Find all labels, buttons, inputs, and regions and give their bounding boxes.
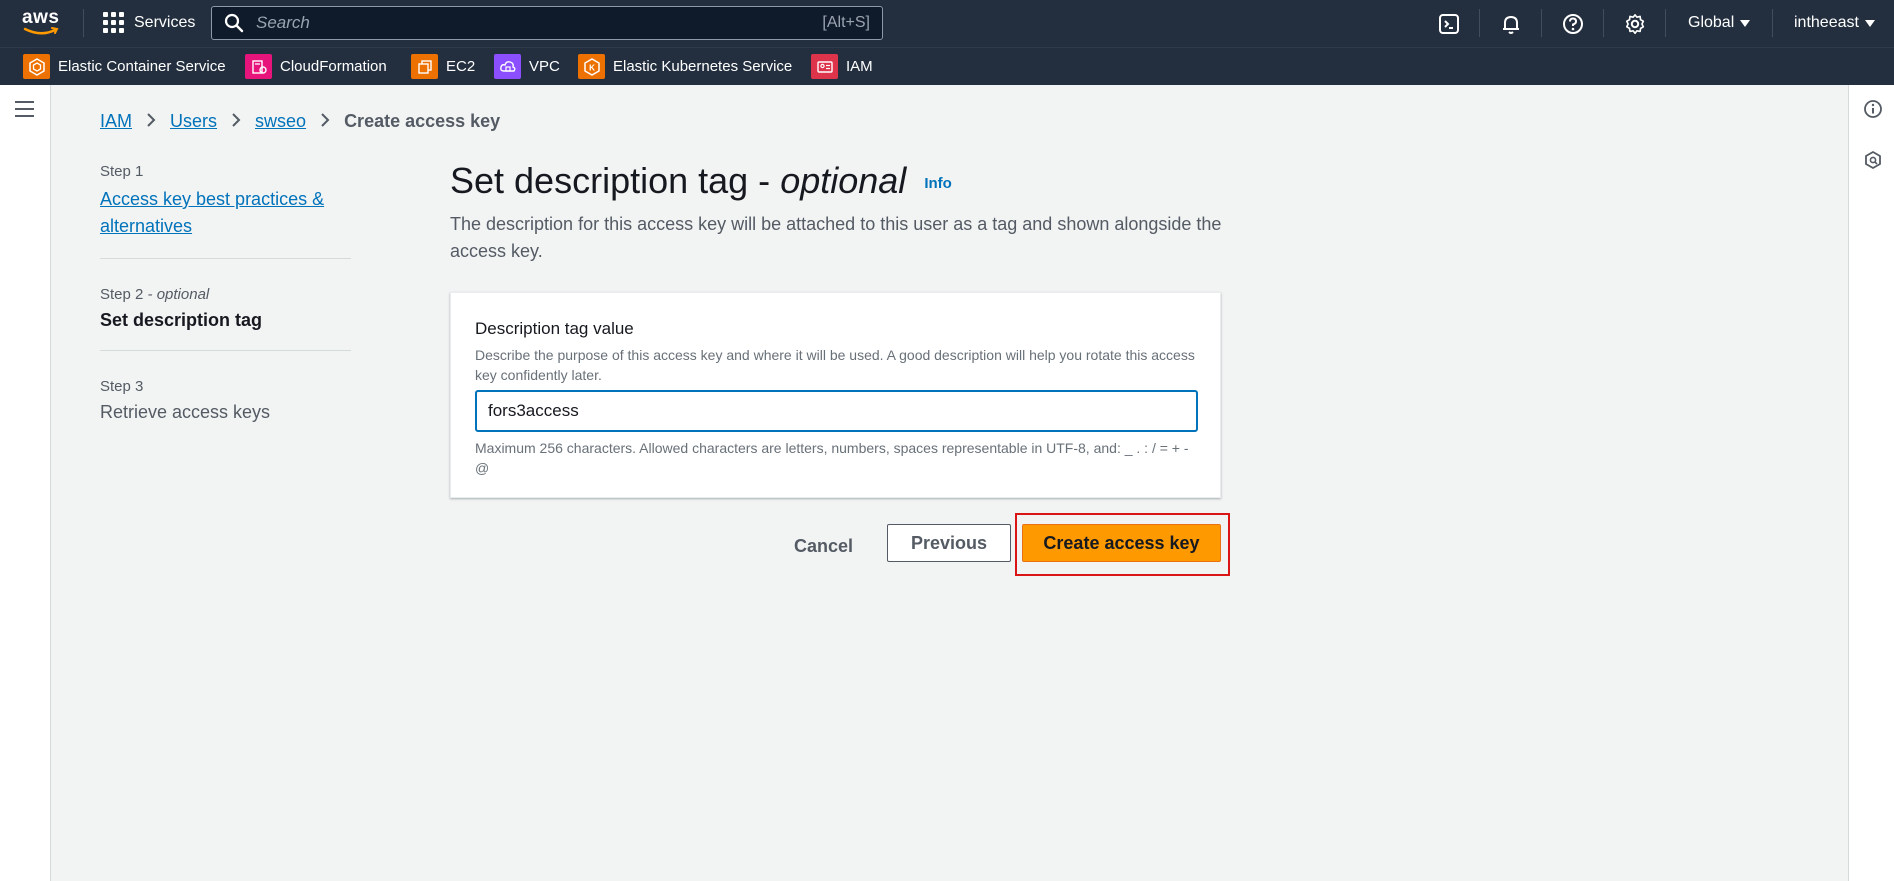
create-access-key-button[interactable]: Create access key — [1022, 524, 1221, 562]
top-navigation-bar: aws Services [Alt+S] — [0, 0, 1894, 47]
caret-down-icon — [1864, 19, 1875, 27]
nav-divider — [1479, 9, 1480, 37]
cloudshell-icon[interactable] — [1437, 12, 1461, 36]
favorite-cloudformation[interactable]: CloudFormation — [245, 54, 387, 79]
nav-divider — [1665, 9, 1666, 37]
breadcrumb-link-user[interactable]: swseo — [255, 111, 306, 132]
step-3-title: Retrieve access keys — [100, 402, 271, 422]
search-input[interactable] — [254, 12, 823, 34]
nav-divider — [83, 9, 84, 37]
page-title: Set description tag - optional Info — [450, 160, 952, 202]
step-divider — [100, 350, 351, 351]
chevron-right-icon — [320, 111, 330, 132]
breadcrumb: IAM Users swseo Create access key — [100, 111, 500, 132]
caret-down-icon — [1740, 19, 1751, 27]
step-1-link[interactable]: Access key best practices & alternatives — [100, 186, 351, 240]
nav-divider — [1541, 9, 1542, 37]
favorite-vpc[interactable]: VPC — [494, 54, 560, 79]
favorite-label: CloudFormation — [280, 58, 387, 75]
services-grid-icon — [103, 12, 124, 33]
favorite-label: IAM — [846, 58, 873, 75]
iam-service-icon — [811, 54, 838, 79]
page-description: The description for this access key will… — [450, 214, 1222, 261]
eks-service-icon: K — [578, 54, 605, 79]
search-box[interactable]: [Alt+S] — [211, 6, 883, 40]
settings-gear-icon[interactable] — [1623, 12, 1647, 36]
field-description: Describe the purpose of this access key … — [475, 347, 1195, 383]
breadcrumb-current: Create access key — [344, 111, 501, 131]
description-tag-panel: Description tag value Describe the purpo… — [450, 292, 1221, 498]
ecs-service-icon — [23, 54, 50, 79]
step-divider — [100, 258, 351, 259]
chevron-right-icon — [231, 111, 241, 132]
menu-hamburger-icon[interactable] — [15, 101, 34, 122]
chevron-right-icon — [146, 111, 156, 132]
nav-divider — [1772, 9, 1773, 37]
favorite-label: VPC — [529, 58, 560, 75]
info-panel-icon[interactable] — [1863, 99, 1883, 119]
wizard-steps: Step 1 Access key best practices & alter… — [100, 163, 351, 423]
aws-smile-icon — [23, 27, 59, 35]
svg-text:K: K — [589, 63, 595, 72]
step-1-label: Step 1 — [100, 163, 144, 180]
left-navigation-rail — [0, 85, 51, 881]
step-2-number: Step 2 — [100, 286, 144, 303]
field-label: Description tag value — [475, 319, 634, 338]
favorite-label: EC2 — [446, 58, 476, 75]
region-label: Global — [1688, 14, 1735, 31]
step-2-label: Step 2 - optional — [100, 286, 351, 303]
vpc-service-icon — [494, 54, 521, 79]
region-selector[interactable]: Global — [1688, 14, 1751, 32]
favorite-label: Elastic Container Service — [58, 58, 226, 75]
search-icon — [224, 13, 244, 33]
cancel-button[interactable]: Cancel — [776, 527, 871, 565]
nav-divider — [1603, 9, 1604, 37]
description-tag-input[interactable] — [475, 390, 1198, 432]
page-title-optional: optional — [780, 160, 907, 201]
services-label: Services — [134, 13, 196, 31]
breadcrumb-link-users[interactable]: Users — [170, 111, 217, 132]
step-3: Step 3 Retrieve access keys — [100, 378, 351, 423]
favorite-ec2[interactable]: EC2 — [411, 54, 475, 79]
services-menu-button[interactable]: Services — [103, 12, 195, 33]
account-menu[interactable]: intheeast — [1794, 14, 1875, 32]
page-title-text: Set description tag - — [450, 160, 771, 201]
right-tools-rail — [1848, 85, 1894, 881]
favorite-iam[interactable]: IAM — [811, 54, 873, 79]
favorites-bar: Elastic Container Service CloudFormation… — [0, 47, 1894, 85]
info-link[interactable]: Info — [924, 175, 952, 192]
cloudformation-service-icon — [245, 54, 272, 79]
notifications-bell-icon[interactable] — [1499, 12, 1523, 36]
field-constraint-text: Maximum 256 characters. Allowed characte… — [475, 440, 1189, 476]
step-3-label: Step 3 — [100, 378, 144, 395]
step-2-title-current: Set description tag — [100, 310, 263, 330]
step-1: Step 1 Access key best practices & alter… — [100, 163, 351, 240]
ec2-service-icon — [411, 54, 438, 79]
account-label: intheeast — [1794, 14, 1859, 31]
search-shortcut-hint: [Alt+S] — [822, 14, 870, 31]
aws-logo[interactable]: aws — [22, 8, 62, 38]
aws-logo-text: aws — [22, 7, 60, 28]
favorite-label: Elastic Kubernetes Service — [613, 58, 793, 75]
step-2-optional: - optional — [147, 286, 210, 303]
help-icon[interactable] — [1561, 12, 1585, 36]
amazon-q-assistant-icon[interactable] — [1863, 150, 1883, 170]
step-2: Step 2 - optional Set description tag — [100, 286, 351, 331]
favorite-elastic-kubernetes-service[interactable]: K Elastic Kubernetes Service — [578, 54, 792, 79]
previous-button[interactable]: Previous — [887, 524, 1011, 562]
favorite-elastic-container-service[interactable]: Elastic Container Service — [23, 54, 226, 79]
breadcrumb-link-iam[interactable]: IAM — [100, 111, 132, 132]
